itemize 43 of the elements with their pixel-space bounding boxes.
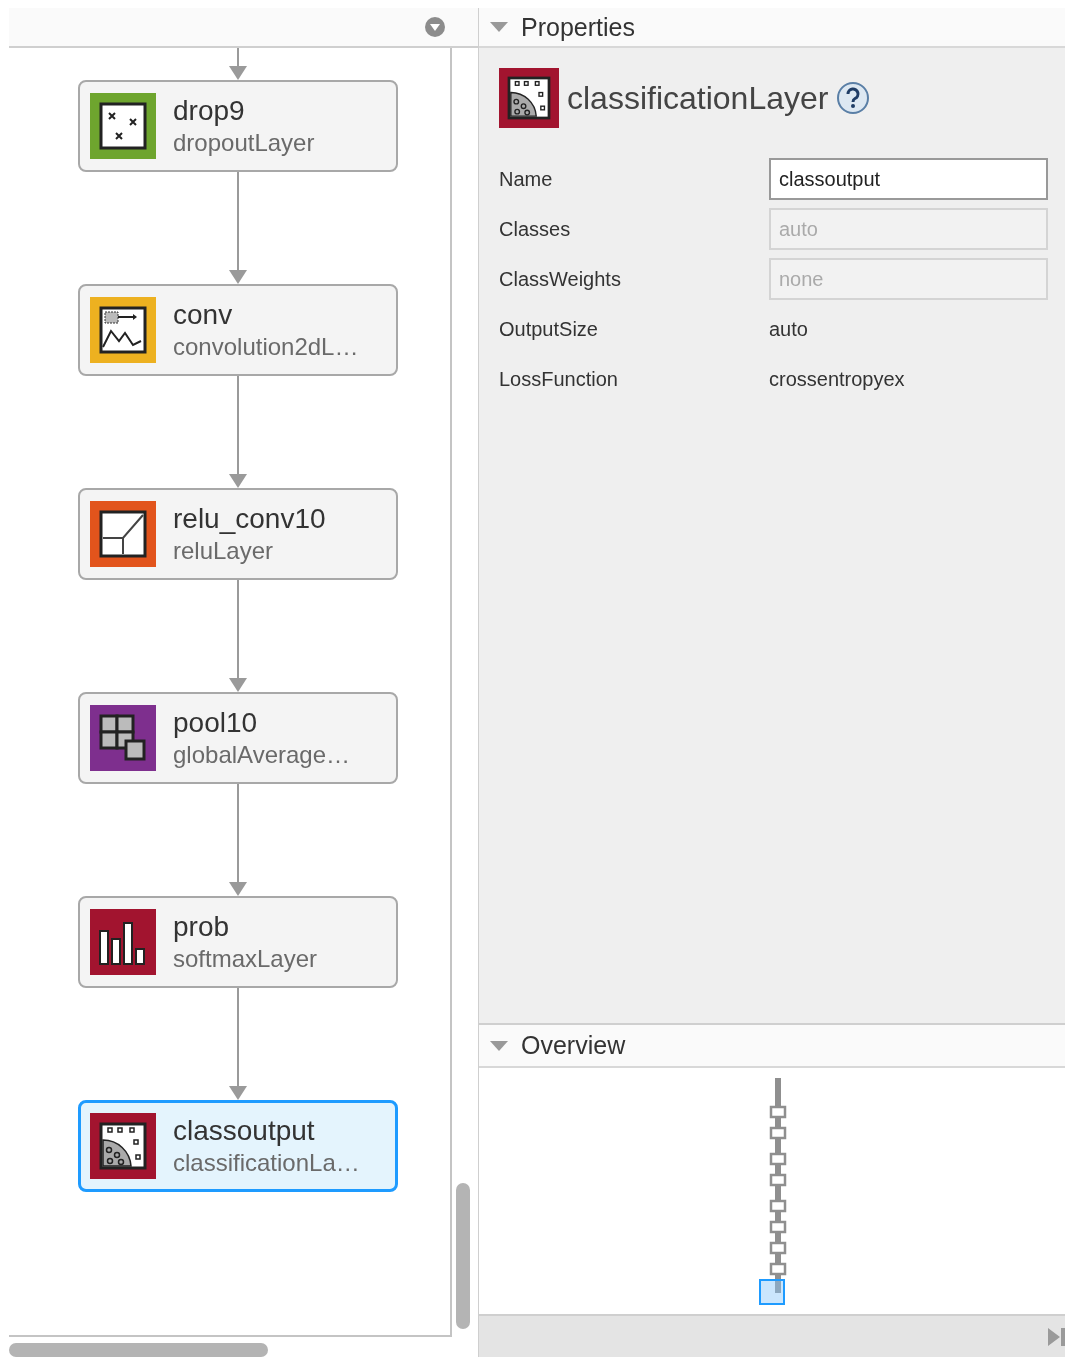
- layer-type: globalAverage…: [173, 741, 350, 769]
- layer-type-title: classificationLayer: [567, 79, 829, 117]
- layer-node[interactable]: relu_conv10 reluLayer: [78, 488, 398, 580]
- connector-arrow: [229, 48, 247, 80]
- layer-type: reluLayer: [173, 537, 275, 565]
- layer-name: pool10: [173, 707, 259, 739]
- layer-type: convolution2dL…: [173, 333, 359, 361]
- layer-icon: [90, 705, 156, 771]
- layer-node[interactable]: conv convolution2dL…: [78, 284, 398, 376]
- layer-name: prob: [173, 911, 231, 943]
- layer-name: conv: [173, 299, 234, 331]
- layer-node[interactable]: prob softmaxLayer: [78, 896, 398, 988]
- skip-end-icon[interactable]: [1047, 1325, 1065, 1348]
- layer-name: relu_conv10: [173, 503, 326, 535]
- help-icon[interactable]: [836, 81, 871, 115]
- layer-type: softmaxLayer: [173, 945, 318, 973]
- property-label: ClassWeights: [499, 267, 622, 291]
- viewport-frame[interactable]: [759, 1279, 785, 1305]
- scrollbar-thumb[interactable]: [456, 1183, 470, 1329]
- layer-type: dropoutLayer: [173, 129, 315, 157]
- layer-icon: [90, 501, 156, 567]
- layer-icon: [90, 909, 156, 975]
- text-field[interactable]: classoutput: [769, 158, 1048, 200]
- layer-node[interactable]: pool10 globalAverage…: [78, 692, 398, 784]
- layer-type: classificationLa…: [173, 1149, 360, 1177]
- property-label: Classes: [499, 217, 572, 241]
- property-label: OutputSize: [499, 317, 599, 341]
- property-value: auto: [769, 317, 808, 341]
- layer-node[interactable]: drop9 dropoutLayer: [78, 80, 398, 172]
- layer-icon: [90, 297, 156, 363]
- layer-icon: [90, 93, 156, 159]
- scrollbar-thumb[interactable]: [9, 1343, 268, 1357]
- layer-node[interactable]: classoutput classificationLa…: [78, 1100, 398, 1192]
- layer-icon: [90, 1113, 156, 1179]
- property-label: LossFunction: [499, 367, 619, 391]
- layer-icon: [499, 68, 559, 128]
- property-value: crossentropyex: [769, 367, 905, 391]
- layer-name: drop9: [173, 95, 246, 127]
- property-label: Name: [499, 167, 554, 191]
- section-title: Properties: [521, 12, 635, 42]
- layer-name: classoutput: [173, 1115, 316, 1147]
- dropdown-icon[interactable]: [424, 16, 446, 38]
- section-title: Overview: [521, 1031, 626, 1060]
